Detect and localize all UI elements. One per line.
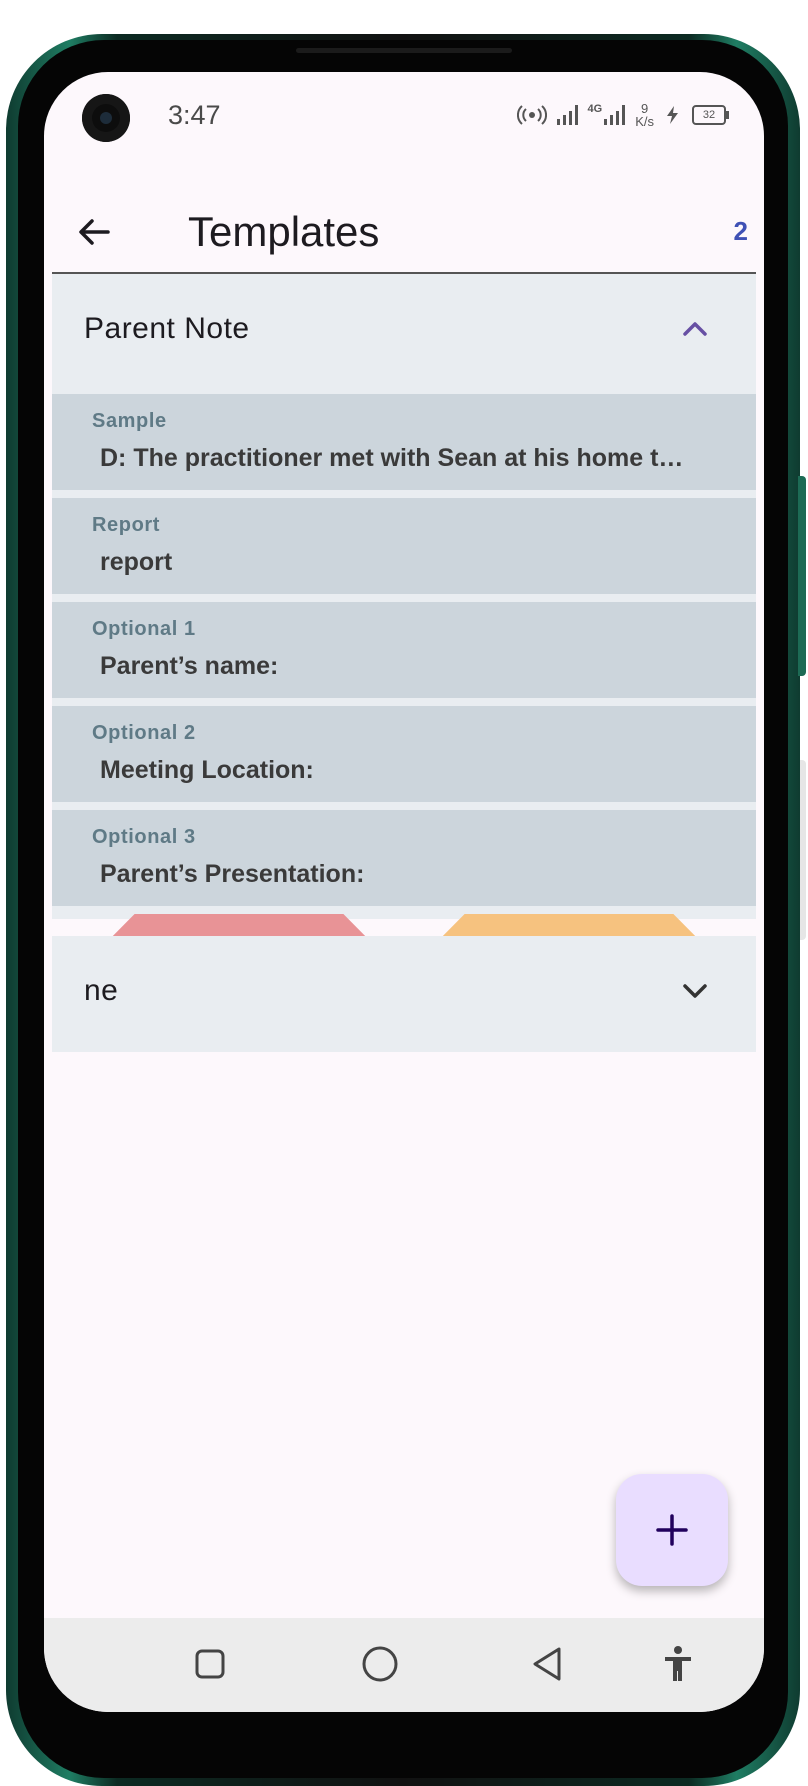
system-nav-bar	[44, 1618, 764, 1712]
triangle-back-icon	[533, 1647, 561, 1681]
field-label: Report	[92, 514, 161, 536]
network-speed-unit: K/s	[635, 114, 654, 129]
field-value: report	[100, 548, 173, 576]
screen: 3:47 4G 9 K/s 32 Templates 2 Parent Note…	[44, 72, 764, 1712]
signal-icon-2	[604, 105, 626, 125]
field-label: Sample	[92, 410, 167, 432]
template-panel-parent-note: Parent Note Sample D: The practitioner m…	[52, 274, 756, 996]
app-bar: Templates 2	[44, 192, 764, 282]
field-label: Optional 2	[92, 722, 196, 744]
template-title: Parent Note	[84, 312, 250, 345]
field-report: Report report	[52, 498, 756, 594]
status-time: 3:47	[168, 100, 221, 130]
phone-side-button-2	[800, 760, 806, 940]
field-value: Parent’s Presentation:	[100, 860, 365, 888]
plus-icon	[656, 1514, 688, 1546]
page-title: Templates	[188, 208, 380, 255]
home-button[interactable]	[356, 1640, 404, 1688]
arrow-left-icon	[79, 219, 110, 245]
accessibility-button[interactable]	[654, 1640, 702, 1688]
field-label: Optional 1	[92, 618, 196, 640]
status-icons: 4G 9 K/s 32	[516, 100, 729, 130]
field-optional-3: Optional 3 Parent’s Presentation:	[52, 810, 756, 906]
field-sample: Sample D: The practitioner met with Sean…	[52, 394, 756, 490]
field-label: Optional 3	[92, 826, 196, 848]
field-value: Parent’s name:	[100, 652, 279, 680]
back-button[interactable]	[74, 212, 114, 252]
square-icon	[195, 1649, 225, 1679]
front-camera	[82, 94, 130, 142]
network-speed: 9 K/s	[635, 102, 654, 128]
field-value: Meeting Location:	[100, 756, 314, 784]
panel-header[interactable]: Parent Note	[52, 274, 756, 388]
hotspot-icon	[516, 105, 547, 125]
charging-icon	[667, 106, 678, 124]
accessibility-icon	[665, 1646, 691, 1681]
panel-header[interactable]: ne	[52, 936, 756, 1050]
phone-side-button	[798, 476, 806, 676]
chevron-up-icon[interactable]	[678, 312, 712, 346]
phone-speaker	[296, 48, 512, 53]
template-panel-ne[interactable]: ne	[52, 936, 756, 1052]
circle-icon	[362, 1646, 398, 1682]
signal-icon	[556, 105, 578, 125]
add-template-button[interactable]	[616, 1474, 728, 1586]
chevron-down-icon[interactable]	[678, 974, 712, 1008]
back-nav-button[interactable]	[524, 1640, 572, 1688]
battery-icon: 32	[692, 105, 729, 125]
recents-button[interactable]	[186, 1640, 234, 1688]
field-value: D: The practitioner met with Sean at his…	[100, 444, 684, 472]
field-optional-2: Optional 2 Meeting Location:	[52, 706, 756, 802]
template-title: ne	[84, 974, 119, 1007]
field-optional-1: Optional 1 Parent’s name:	[52, 602, 756, 698]
network-type-label: 4G	[587, 103, 603, 115]
template-count: 2	[733, 216, 748, 246]
